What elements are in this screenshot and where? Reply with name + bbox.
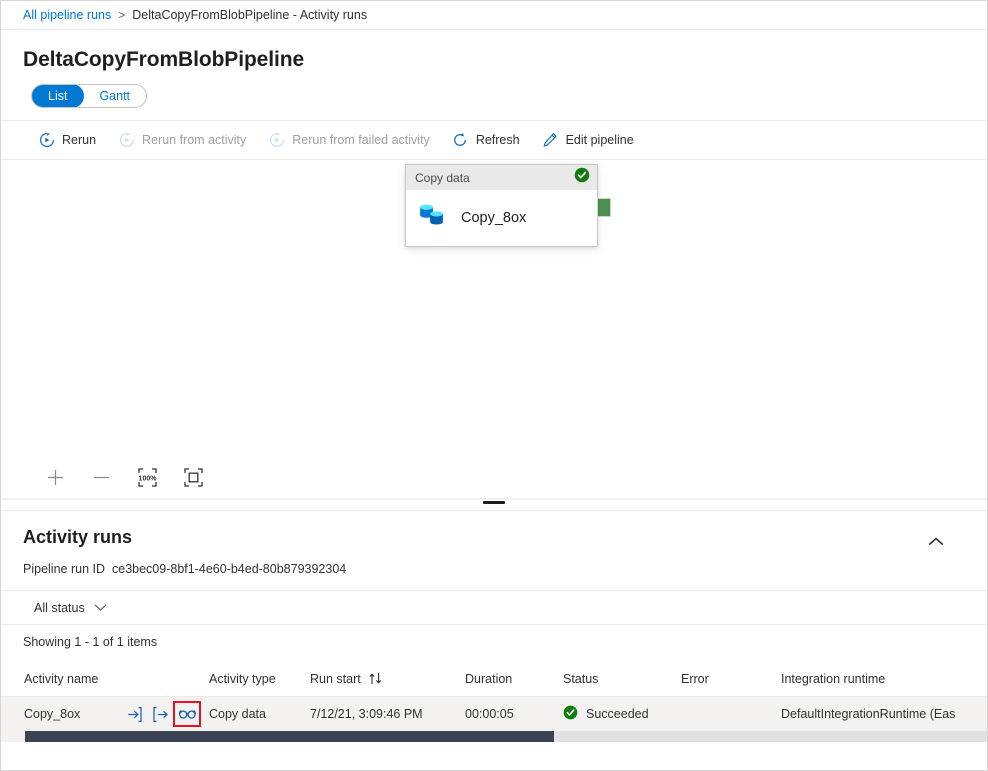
table-row[interactable]: Copy_8ox — [1, 697, 987, 731]
activity-node-type-label: Copy data — [415, 171, 470, 185]
fit-to-screen-button[interactable] — [175, 461, 211, 493]
svg-text:100%: 100% — [138, 475, 157, 482]
column-header-integration-runtime[interactable]: Integration runtime — [781, 672, 981, 686]
showing-count-text: Showing 1 - 1 of 1 items — [1, 625, 987, 649]
cell-duration: 00:00:05 — [465, 707, 563, 721]
cell-activity-name: Copy_8ox — [1, 707, 121, 721]
pipeline-run-id-value: ce3bec09-8bf1-4e60-b4ed-80b879392304 — [112, 562, 346, 576]
column-header-activity-name[interactable]: Activity name — [1, 672, 121, 686]
pipeline-run-id: Pipeline run ID ce3bec09-8bf1-4e60-b4ed-… — [23, 562, 987, 576]
horizontal-scrollbar[interactable] — [1, 731, 987, 742]
details-glasses-icon[interactable] — [173, 701, 201, 727]
view-toggle-list[interactable]: List — [31, 84, 84, 108]
edit-pipeline-button[interactable]: Edit pipeline — [533, 124, 643, 156]
rerun-icon — [38, 132, 55, 149]
refresh-icon — [452, 132, 469, 149]
edit-pipeline-label: Edit pipeline — [566, 133, 634, 147]
cell-integration-runtime: DefaultIntegrationRuntime (Eas — [781, 707, 981, 721]
rerun-from-failed-activity-button[interactable]: Rerun from failed activity — [259, 124, 439, 156]
activity-node-body: Copy_8ox — [406, 190, 597, 246]
input-icon[interactable] — [121, 702, 147, 726]
breadcrumb-current: DeltaCopyFromBlobPipeline - Activity run… — [132, 8, 367, 22]
cell-run-start: 7/12/21, 3:09:46 PM — [310, 707, 465, 721]
rerun-from-failed-activity-label: Rerun from failed activity — [292, 133, 430, 147]
sort-updown-icon[interactable] — [368, 672, 383, 685]
rerun-from-activity-icon — [118, 132, 135, 149]
activity-node-copy-data[interactable]: Copy data — [405, 164, 598, 247]
panel-splitter[interactable] — [1, 499, 987, 510]
activity-node-header: Copy data — [406, 165, 597, 190]
activity-runs-page: All pipeline runs > DeltaCopyFromBlobPip… — [0, 0, 988, 771]
view-toggle-container: List Gantt — [1, 72, 987, 108]
page-title: DeltaCopyFromBlobPipeline — [1, 30, 987, 72]
node-success-connector[interactable] — [597, 198, 611, 217]
splitter-handle[interactable] — [483, 501, 505, 504]
fit-to-screen-icon — [183, 467, 204, 488]
minus-icon — [92, 468, 111, 487]
all-status-dropdown[interactable]: All status — [29, 598, 112, 618]
table-header-row: Activity name Activity type Run start Du… — [1, 661, 987, 697]
command-bar: Rerun Rerun from activity Rerun from — [1, 120, 987, 160]
activity-runs-header: Activity runs Pipeline run ID ce3bec09-8… — [1, 511, 987, 576]
zoom-to-100-button[interactable]: 100% — [129, 461, 165, 493]
rerun-from-failed-activity-icon — [268, 132, 285, 149]
status-filter-bar: All status — [1, 590, 987, 625]
breadcrumb-all-pipeline-runs-link[interactable]: All pipeline runs — [23, 8, 111, 22]
zoom-out-button[interactable] — [83, 461, 119, 493]
column-header-run-start[interactable]: Run start — [310, 672, 465, 686]
activity-runs-panel: Activity runs Pipeline run ID ce3bec09-8… — [1, 510, 987, 771]
success-check-icon — [574, 167, 590, 188]
status-badge: Succeeded — [586, 707, 649, 721]
refresh-label: Refresh — [476, 133, 520, 147]
zoom-100-icon: 100% — [137, 467, 158, 488]
rerun-button[interactable]: Rerun — [29, 124, 105, 156]
rerun-from-activity-label: Rerun from activity — [142, 133, 246, 147]
canvas-controls: 100% — [1, 456, 987, 499]
chevron-down-icon — [94, 603, 107, 612]
zoom-in-button[interactable] — [37, 461, 73, 493]
cell-status: Succeeded — [563, 705, 681, 723]
rerun-from-activity-button[interactable]: Rerun from activity — [109, 124, 255, 156]
table-empty-space — [1, 742, 987, 771]
column-header-activity-type[interactable]: Activity type — [209, 672, 310, 686]
refresh-button[interactable]: Refresh — [443, 124, 529, 156]
view-toggle-gantt[interactable]: Gantt — [82, 84, 147, 108]
chevron-up-icon — [928, 537, 944, 547]
breadcrumb: All pipeline runs > DeltaCopyFromBlobPip… — [1, 1, 987, 30]
activity-runs-table: Activity name Activity type Run start Du… — [1, 661, 987, 771]
activity-runs-title: Activity runs — [23, 527, 987, 548]
activity-node-name: Copy_8ox — [461, 210, 526, 226]
all-status-label: All status — [34, 601, 85, 615]
plus-icon — [46, 468, 65, 487]
scrollbar-track-left — [1, 731, 25, 742]
collapse-panel-button[interactable] — [923, 529, 949, 555]
cell-row-actions — [121, 701, 209, 727]
rerun-label: Rerun — [62, 133, 96, 147]
output-icon[interactable] — [147, 702, 173, 726]
column-header-error[interactable]: Error — [681, 672, 781, 686]
column-header-status[interactable]: Status — [563, 672, 681, 686]
copy-data-icon — [417, 202, 447, 234]
scrollbar-thumb[interactable] — [25, 731, 554, 742]
column-header-duration[interactable]: Duration — [465, 672, 563, 686]
cell-activity-type: Copy data — [209, 707, 310, 721]
column-header-run-start-label: Run start — [310, 672, 361, 686]
pipeline-canvas[interactable]: Copy data — [1, 160, 987, 456]
view-toggle[interactable]: List Gantt — [31, 84, 147, 108]
pencil-icon — [542, 132, 559, 149]
status-success-icon — [563, 705, 578, 723]
pipeline-run-id-label: Pipeline run ID — [23, 562, 105, 576]
breadcrumb-separator: > — [118, 8, 125, 22]
